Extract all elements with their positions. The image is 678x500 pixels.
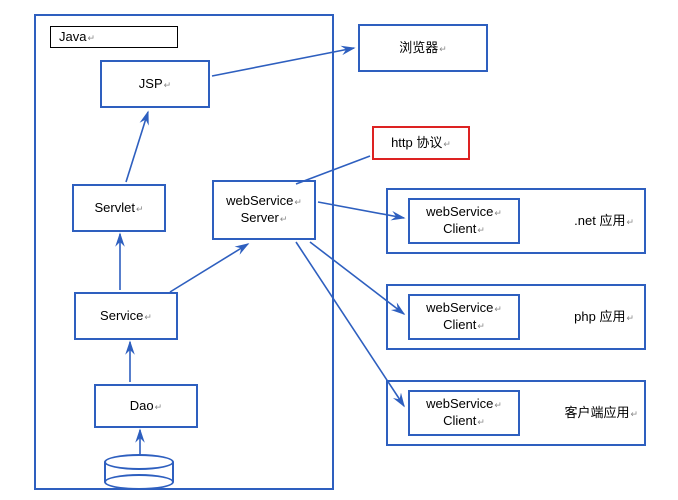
ws-server-line2: Server — [241, 210, 288, 227]
servlet-label: Servlet — [94, 200, 143, 217]
other-client-line2: Client — [443, 413, 485, 430]
net-app-label: .net 应用 — [574, 213, 634, 230]
dao-box: Dao — [94, 384, 198, 428]
database-icon — [104, 462, 174, 482]
service-label: Service — [100, 308, 152, 325]
net-client-box: webService Client — [408, 198, 520, 244]
browser-label: 浏览器 — [399, 40, 447, 57]
other-client-box: webService Client — [408, 390, 520, 436]
other-app-label: 客户端应用 — [564, 405, 638, 422]
java-label: Java — [59, 29, 95, 46]
php-client-box: webService Client — [408, 294, 520, 340]
php-app-label: php 应用 — [574, 309, 634, 326]
php-client-line2: Client — [443, 317, 485, 334]
ws-server-line1: webService — [226, 193, 302, 210]
net-client-line1: webService — [426, 204, 502, 221]
http-protocol-box: http 协议 — [372, 126, 470, 160]
net-client-line2: Client — [443, 221, 485, 238]
java-label-box: Java — [50, 26, 178, 48]
ws-server-box: webService Server — [212, 180, 316, 240]
service-box: Service — [74, 292, 178, 340]
dao-label: Dao — [130, 398, 162, 415]
browser-box: 浏览器 — [358, 24, 488, 72]
jsp-box: JSP — [100, 60, 210, 108]
php-client-line1: webService — [426, 300, 502, 317]
jsp-label: JSP — [139, 76, 171, 93]
http-label: http 协议 — [391, 135, 451, 152]
other-client-line1: webService — [426, 396, 502, 413]
servlet-box: Servlet — [72, 184, 166, 232]
